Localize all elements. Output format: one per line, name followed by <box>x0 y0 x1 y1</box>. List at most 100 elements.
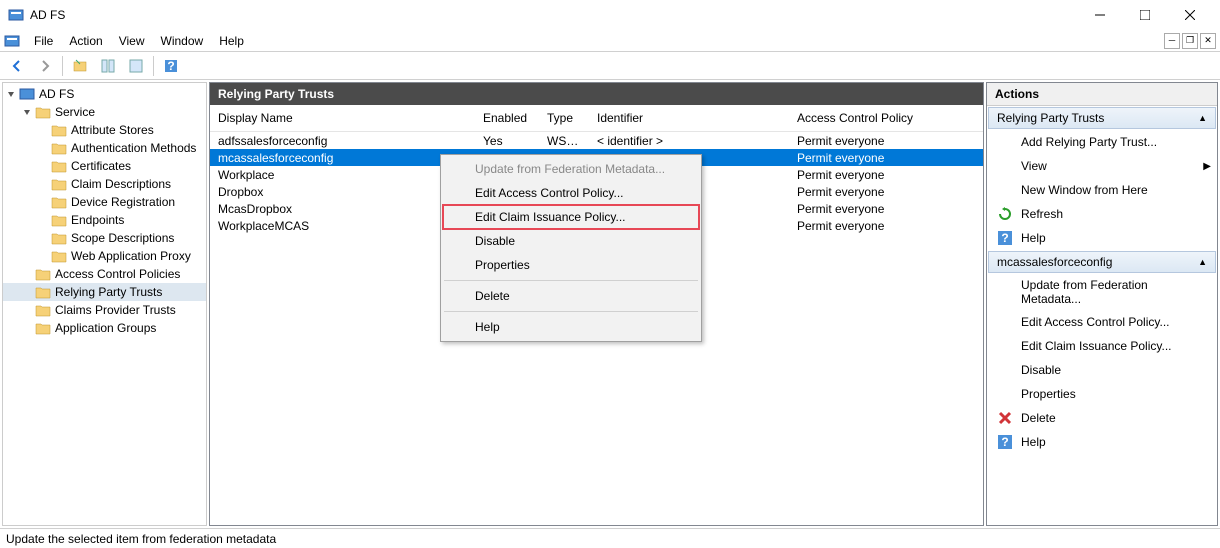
tree-item[interactable]: Device Registration <box>3 193 206 211</box>
action-item[interactable]: New Window from Here <box>987 178 1217 202</box>
folder-icon <box>51 195 67 209</box>
close-button[interactable] <box>1167 1 1212 29</box>
tree-item[interactable]: Authentication Methods <box>3 139 206 157</box>
context-menu-item[interactable]: Disable <box>443 229 699 253</box>
svg-text:?: ? <box>167 59 174 73</box>
action-item[interactable]: Update from Federation Metadata... <box>987 274 1217 310</box>
cell-enabled: Yes <box>475 134 539 148</box>
tree-service[interactable]: Service <box>3 103 206 121</box>
action-item[interactable]: Add Relying Party Trust... <box>987 130 1217 154</box>
col-enabled[interactable]: Enabled <box>475 105 539 131</box>
actions-group-rpt[interactable]: Relying Party Trusts ▲ <box>988 107 1216 129</box>
cell-display-name: adfssalesforceconfig <box>210 134 475 148</box>
table-row[interactable]: adfssalesforceconfigYesWS-T...< identifi… <box>210 132 983 149</box>
cell-display-name: McasDropbox <box>210 202 475 216</box>
tree-item-label: Device Registration <box>67 195 175 209</box>
forward-button[interactable] <box>34 55 56 77</box>
action-label: Help <box>1021 231 1211 245</box>
tree-item[interactable]: Certificates <box>3 157 206 175</box>
mdi-close-icon[interactable]: ✕ <box>1200 33 1216 49</box>
action-item[interactable]: Refresh <box>987 202 1217 226</box>
folder-icon <box>51 213 67 227</box>
toolbar-button-1[interactable] <box>69 55 91 77</box>
col-access-control-policy[interactable]: Access Control Policy <box>789 105 983 131</box>
none-icon <box>997 362 1013 378</box>
menu-action[interactable]: Action <box>61 32 110 50</box>
toolbar-button-3[interactable] <box>125 55 147 77</box>
action-label: Edit Claim Issuance Policy... <box>1021 339 1211 353</box>
toolbar-button-2[interactable] <box>97 55 119 77</box>
actions-group-selected-label: mcassalesforceconfig <box>997 255 1112 269</box>
action-item[interactable]: ?Help <box>987 430 1217 454</box>
svg-text:?: ? <box>1001 231 1008 245</box>
action-item[interactable]: ? Help <box>987 226 1217 250</box>
folder-icon <box>51 249 67 263</box>
context-menu-item[interactable]: Delete <box>443 284 699 308</box>
tree-item[interactable]: Claim Descriptions <box>3 175 206 193</box>
col-type[interactable]: Type <box>539 105 589 131</box>
tree-root[interactable]: AD FS <box>3 85 206 103</box>
action-item[interactable]: Edit Access Control Policy... <box>987 310 1217 334</box>
minimize-button[interactable] <box>1077 1 1122 29</box>
tree-item[interactable]: Web Application Proxy <box>3 247 206 265</box>
help-icon: ? <box>997 230 1013 246</box>
col-identifier[interactable]: Identifier <box>589 105 789 131</box>
title-bar: AD FS <box>0 0 1220 30</box>
maximize-button[interactable] <box>1122 1 1167 29</box>
navigation-tree[interactable]: AD FS Service Attribute StoresAuthentica… <box>2 82 207 526</box>
action-item[interactable]: Properties <box>987 382 1217 406</box>
toolbar-help-icon[interactable]: ? <box>160 55 182 77</box>
tree-item-label: Application Groups <box>51 321 156 335</box>
cell-acp: Permit everyone <box>789 185 983 199</box>
actions-pane: Actions Relying Party Trusts ▲ Add Relyi… <box>986 82 1218 526</box>
menu-view[interactable]: View <box>111 32 153 50</box>
menu-file[interactable]: File <box>26 32 61 50</box>
context-menu-item[interactable]: Help <box>443 315 699 339</box>
menu-separator <box>444 311 698 312</box>
mdi-minimize-icon[interactable]: － <box>1164 33 1180 49</box>
folder-icon <box>35 285 51 299</box>
folder-icon <box>35 321 51 335</box>
actions-group-selected[interactable]: mcassalesforceconfig ▲ <box>988 251 1216 273</box>
back-button[interactable] <box>6 55 28 77</box>
none-icon <box>997 338 1013 354</box>
context-menu[interactable]: Update from Federation Metadata...Edit A… <box>440 154 702 342</box>
cell-identifier: < identifier > <box>589 134 789 148</box>
tree-item-label: Endpoints <box>67 213 124 227</box>
cell-type: WS-T... <box>539 134 589 148</box>
column-headers[interactable]: Display Name Enabled Type Identifier Acc… <box>210 105 983 132</box>
action-item[interactable]: Edit Claim Issuance Policy... <box>987 334 1217 358</box>
action-label: View <box>1021 159 1195 173</box>
mdi-restore-icon[interactable]: ❐ <box>1182 33 1198 49</box>
toolbar: ? <box>0 52 1220 80</box>
action-label: Delete <box>1021 411 1211 425</box>
status-bar: Update the selected item from federation… <box>0 528 1220 548</box>
folder-icon <box>35 105 51 119</box>
action-item[interactable]: View▶ <box>987 154 1217 178</box>
none-icon <box>997 284 1013 300</box>
action-item[interactable]: Disable <box>987 358 1217 382</box>
tree-item[interactable]: Endpoints <box>3 211 206 229</box>
none-icon <box>997 158 1013 174</box>
action-label: Add Relying Party Trust... <box>1021 135 1211 149</box>
tree-item[interactable]: Attribute Stores <box>3 121 206 139</box>
cell-display-name: Dropbox <box>210 185 475 199</box>
cell-display-name: mcassalesforceconfig <box>210 151 475 165</box>
action-item[interactable]: Delete <box>987 406 1217 430</box>
tree-item[interactable]: Scope Descriptions <box>3 229 206 247</box>
cell-acp: Permit everyone <box>789 168 983 182</box>
context-menu-item[interactable]: Edit Claim Issuance Policy... <box>443 205 699 229</box>
menu-help[interactable]: Help <box>211 32 252 50</box>
tree-root-label: AD FS <box>35 87 74 101</box>
menu-window[interactable]: Window <box>153 32 212 50</box>
tree-item[interactable]: Application Groups <box>3 319 206 337</box>
tree-item[interactable]: Relying Party Trusts <box>3 283 206 301</box>
folder-icon <box>51 159 67 173</box>
none-icon <box>997 386 1013 402</box>
context-menu-item[interactable]: Properties <box>443 253 699 277</box>
tree-item[interactable]: Access Control Policies <box>3 265 206 283</box>
col-display-name[interactable]: Display Name <box>210 105 475 131</box>
context-menu-item[interactable]: Edit Access Control Policy... <box>443 181 699 205</box>
tree-item[interactable]: Claims Provider Trusts <box>3 301 206 319</box>
context-menu-item: Update from Federation Metadata... <box>443 157 699 181</box>
